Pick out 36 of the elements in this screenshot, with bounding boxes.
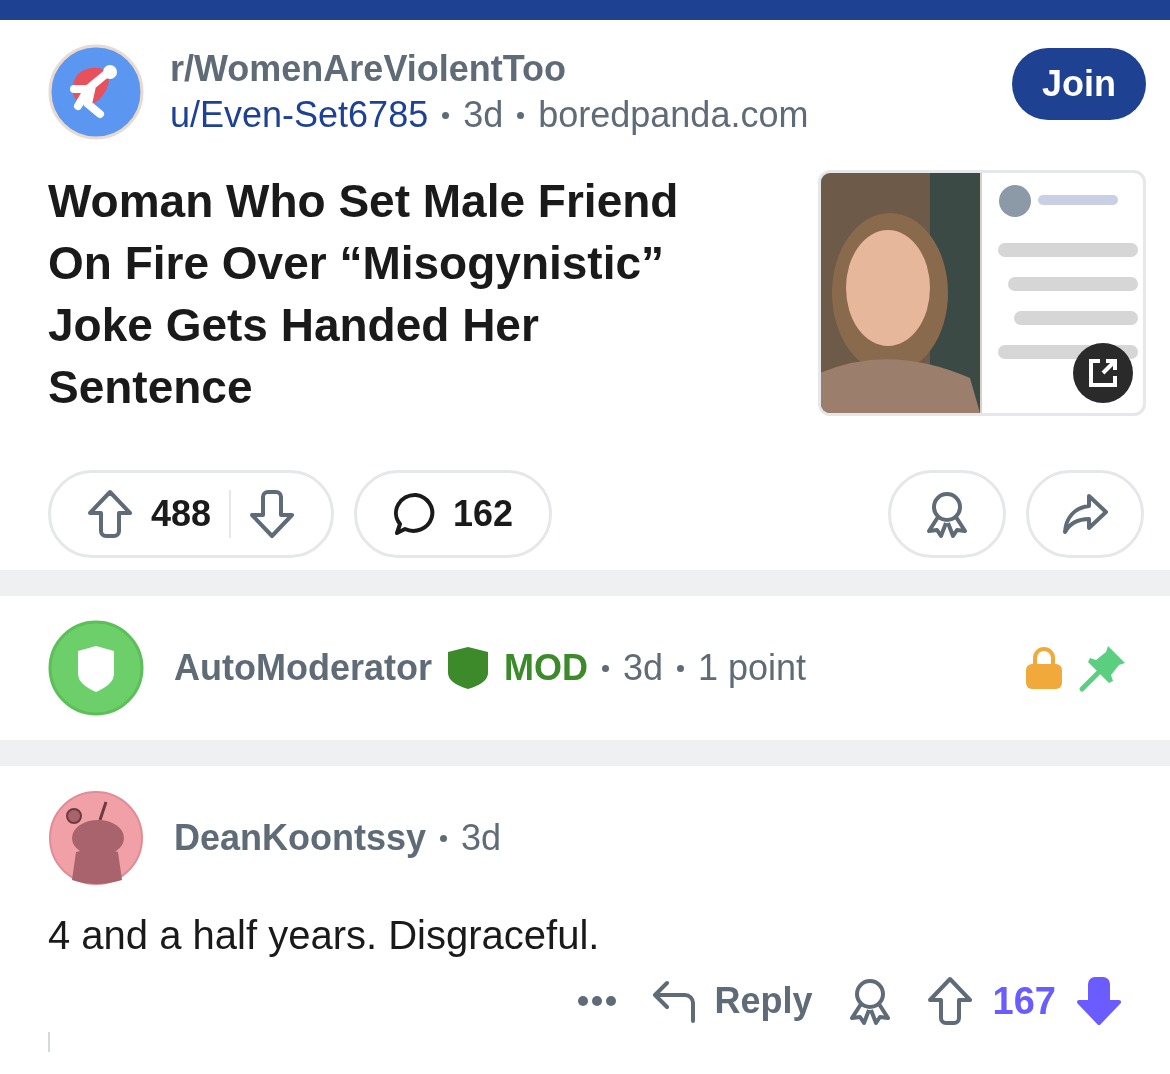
post-title[interactable]: Woman Who Set Male Friend On Fire Over “Misogynistic” Joke Gets Handed Her Sentence	[48, 170, 738, 418]
dot-icon	[517, 111, 525, 119]
subreddit-avatar[interactable]	[48, 44, 144, 140]
dot-icon	[677, 664, 685, 672]
award-button[interactable]	[888, 470, 1006, 558]
vote-score: 488	[151, 493, 212, 535]
user-avatar[interactable]	[48, 790, 144, 886]
dot-icon	[602, 664, 609, 672]
comment-author[interactable]: AutoModerator	[174, 647, 432, 689]
dot-icon	[442, 111, 450, 119]
comment-age: 3d	[461, 817, 502, 859]
comments-button[interactable]: 162	[354, 470, 553, 558]
reply-button[interactable]: Reply	[650, 979, 813, 1023]
comment-age: 3d	[623, 647, 664, 689]
comment-points: 1 point	[698, 647, 807, 689]
upvote-icon[interactable]	[926, 976, 973, 1026]
share-button[interactable]	[1026, 470, 1144, 558]
more-options-icon[interactable]	[576, 995, 617, 1007]
domain-link[interactable]: boredpanda.com	[538, 93, 809, 137]
comment-text: 4 and a half years. Disgraceful.	[48, 912, 601, 959]
comment-score: 167	[992, 979, 1056, 1023]
post-age: 3d	[463, 93, 504, 137]
award-icon	[924, 489, 970, 539]
upvote-icon[interactable]	[87, 489, 133, 539]
share-icon	[1061, 492, 1109, 536]
reply-arrow-icon	[650, 979, 697, 1023]
dot-icon	[440, 834, 448, 842]
join-button[interactable]: Join	[1012, 48, 1146, 120]
external-link-icon[interactable]	[1073, 343, 1133, 403]
author-link[interactable]: u/Even-Set6785	[170, 93, 429, 137]
downvote-icon[interactable]	[249, 489, 296, 539]
subreddit-name[interactable]: r/WomenAreViolentToo	[170, 47, 986, 91]
shield-icon	[446, 645, 490, 691]
downvote-icon[interactable]	[1076, 976, 1122, 1026]
comment-author[interactable]: DeanKoontssy	[174, 817, 427, 859]
mod-flair: MOD	[504, 647, 588, 689]
